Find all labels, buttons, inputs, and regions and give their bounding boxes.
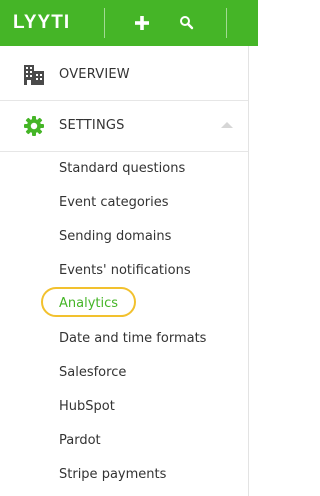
settings-item-standard-questions[interactable]: Standard questions bbox=[59, 161, 185, 177]
add-button[interactable] bbox=[128, 9, 156, 37]
settings-item-pardot[interactable]: Pardot bbox=[59, 433, 101, 449]
gear-icon bbox=[23, 115, 45, 137]
settings-item-date-time-formats[interactable]: Date and time formats bbox=[59, 331, 206, 347]
settings-item-hubspot[interactable]: HubSpot bbox=[59, 399, 115, 415]
settings-item-sending-domains[interactable]: Sending domains bbox=[59, 229, 171, 245]
settings-item-salesforce[interactable]: Salesforce bbox=[59, 365, 126, 381]
toolbar-divider bbox=[226, 8, 227, 38]
sidebar-edge bbox=[248, 46, 249, 496]
search-icon bbox=[180, 16, 194, 30]
building-icon bbox=[23, 64, 45, 86]
search-button[interactable] bbox=[174, 10, 200, 36]
sidebar-item-settings[interactable]: SETTINGS bbox=[0, 101, 248, 152]
top-bar: LYYTI bbox=[0, 0, 258, 46]
sidebar-item-overview[interactable]: OVERVIEW bbox=[0, 50, 248, 101]
settings-item-analytics[interactable]: Analytics bbox=[59, 296, 118, 312]
toolbar-divider bbox=[104, 8, 105, 38]
sidebar-item-label: OVERVIEW bbox=[59, 67, 130, 82]
plus-icon bbox=[135, 16, 149, 30]
settings-item-events-notifications[interactable]: Events' notifications bbox=[59, 263, 191, 279]
lyyti-logo[interactable]: LYYTI bbox=[13, 13, 70, 33]
app-root: LYYTI OVERVIEW SETTINGS Standard questio… bbox=[0, 0, 258, 496]
sidebar-item-label: SETTINGS bbox=[59, 118, 125, 133]
settings-item-event-categories[interactable]: Event categories bbox=[59, 195, 169, 211]
collapse-caret-icon[interactable] bbox=[221, 122, 233, 128]
settings-item-stripe-payments[interactable]: Stripe payments bbox=[59, 467, 166, 483]
